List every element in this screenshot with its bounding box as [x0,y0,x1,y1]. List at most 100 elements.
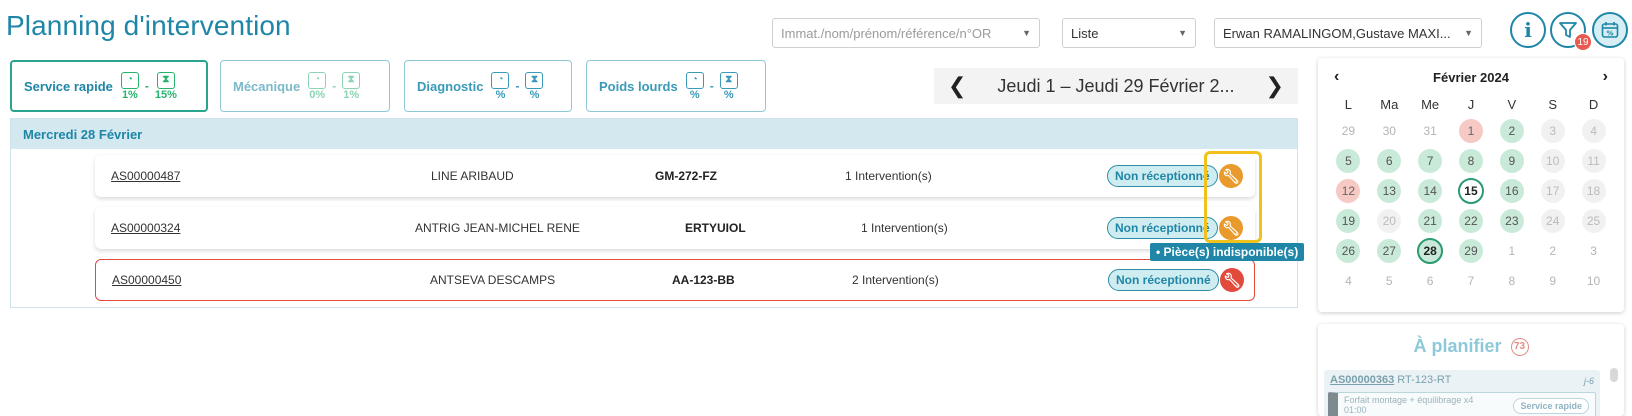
row-interventions: 2 Intervention(s) [852,273,939,287]
calendar-percent-button[interactable]: % [1592,12,1628,48]
calendar-day[interactable]: 30 [1377,119,1401,143]
calendar-cell: 29 [1451,236,1492,266]
status-badge: Non réceptionné [1107,165,1218,187]
day-header: Mercredi 28 Février [11,119,1297,149]
gauge-icon: ◔ [685,71,704,89]
chevron-right-icon[interactable]: ❯ [1266,73,1284,99]
calendar-day[interactable]: 18 [1581,179,1606,203]
calendar-day[interactable]: 27 [1377,239,1402,263]
svg-text:%: % [1606,30,1613,38]
wrench-icon[interactable]: 🔧︎ [1220,268,1244,292]
row-ref-link[interactable]: AS00000487 [111,169,180,183]
to-plan-jday: j-6 [1583,376,1594,386]
info-button[interactable]: i [1510,12,1546,48]
page-title: Planning d'intervention [6,10,291,41]
calendar-day[interactable]: 22 [1458,209,1483,233]
calendar-day[interactable]: 29 [1458,239,1483,263]
calendar-day[interactable]: 5 [1377,269,1401,293]
chevron-down-icon: ▼ [1022,28,1031,38]
calendar-day[interactable]: 13 [1377,179,1402,203]
calendar-cell: 1 [1451,116,1492,146]
calendar-cell: 3 [1573,236,1614,266]
calendar-day[interactable]: 28 [1417,238,1444,264]
weekday-label: J [1467,97,1475,112]
table-row[interactable]: AS00000450 ANTSEVA DESCAMPS AA-123-BB 2 … [95,259,1255,301]
calendar-day[interactable]: 2 [1541,239,1565,263]
calendar-day[interactable]: 3 [1582,239,1606,263]
calendar-cell: 26 [1328,236,1369,266]
tab-mecanique[interactable]: Mécanique ◔ 0% - ⧗ 1% [220,60,390,112]
calendar-day[interactable]: 8 [1500,269,1524,293]
highlight-box [1204,151,1262,243]
table-row[interactable]: AS00000324 ANTRIG JEAN-MICHEL RENE ERTYU… [95,207,1255,249]
calendar-cell: 12 [1328,176,1369,206]
calendar-cell: 14 [1410,176,1451,206]
calendar-cell: 20 [1369,206,1410,236]
calendar-day[interactable]: 31 [1418,119,1442,143]
calendar-day[interactable]: 10 [1582,269,1606,293]
row-ref-link[interactable]: AS00000324 [111,221,180,235]
calendar-day[interactable]: 10 [1540,149,1565,173]
calendar-day[interactable]: 23 [1499,209,1524,233]
calendar-day[interactable]: 25 [1581,209,1606,233]
weekday-label: Ma [1380,97,1399,112]
chevron-right-icon[interactable]: › [1603,68,1608,86]
tab-diagnostic[interactable]: Diagnostic ◔% - ⧗% [404,60,572,112]
calendar-day[interactable]: 5 [1336,149,1361,173]
to-plan-line[interactable]: Forfait montage + équilibrage x4 01:00 S… [1328,392,1596,416]
to-plan-panel: À planifier 73 AS00000363 RT-123-RT j-6 … [1318,324,1624,416]
calendar-day[interactable]: 1 [1500,239,1524,263]
calendar-day[interactable]: 4 [1581,119,1606,143]
calendar-day[interactable]: 19 [1336,209,1361,233]
calendar-day[interactable]: 16 [1499,179,1524,203]
calendar-day[interactable]: 6 [1418,269,1442,293]
calendar-day[interactable]: 15 [1457,178,1484,204]
calendar-day[interactable]: 14 [1418,179,1443,203]
calendar-cell: 22 [1451,206,1492,236]
calendar-day[interactable]: 24 [1540,209,1565,233]
chevron-left-icon[interactable]: ❮ [948,73,966,99]
calendar-cell: 5 [1369,266,1410,296]
to-plan-card[interactable]: AS00000363 RT-123-RT j-6 Forfait montage… [1324,370,1600,416]
calendar-cell: 8 [1491,266,1532,296]
tab-service-rapide[interactable]: Service rapide ◔ 1% - ⧗ 15% [10,60,208,112]
calendar-day[interactable]: 26 [1336,239,1361,263]
calendar-day[interactable]: 3 [1540,119,1565,143]
calendar-day[interactable]: 8 [1458,149,1483,173]
calendar-day[interactable]: 9 [1499,149,1524,173]
calendar-day[interactable]: 4 [1336,269,1360,293]
calendar-day[interactable]: 11 [1581,149,1606,173]
table-row[interactable]: AS00000487 LINE ARIBAUD GM-272-FZ 1 Inte… [95,155,1255,197]
calendar-day[interactable]: 9 [1541,269,1565,293]
chevron-left-icon[interactable]: ‹ [1334,68,1339,86]
calendar-day[interactable]: 7 [1459,269,1483,293]
tab-pct: 1% [121,88,138,101]
calendar-day[interactable]: 7 [1418,149,1443,173]
calendar-cell: 24 [1532,206,1573,236]
technicians-select[interactable]: Erwan RAMALINGOM,Gustave MAXI... ▼ [1214,18,1482,48]
row-ref-link[interactable]: AS00000450 [112,273,181,287]
calendar-day[interactable]: 29 [1336,119,1360,143]
calendar-day[interactable]: 12 [1336,179,1361,203]
calendar-day[interactable]: 21 [1418,209,1443,233]
calendar-day[interactable]: 17 [1540,179,1565,203]
calendar-cell: 1 [1491,236,1532,266]
tab-label: Service rapide [24,78,113,94]
calendar-day[interactable]: 2 [1499,119,1524,143]
calendar-day[interactable]: 6 [1377,149,1402,173]
calendar-day[interactable]: 1 [1458,119,1483,143]
tab-label: Diagnostic [417,78,484,94]
hourglass-icon: ⧗ [719,71,738,89]
view-select[interactable]: Liste ▼ [1062,18,1196,48]
scrollbar[interactable] [1610,368,1618,382]
calendar-grid: L Ma Me J V S D 29 30 31 1 2 3 4 5 6 7 8 9 10 11 12 13 14 15 16 17… [1328,94,1614,296]
calendar-cell: 4 [1573,116,1614,146]
to-plan-ref[interactable]: AS00000363 [1330,374,1394,386]
calendar-day[interactable]: 20 [1377,209,1402,233]
weekday-label: S [1548,97,1558,112]
calendar-cell: 9 [1532,266,1573,296]
weekday-label: L [1344,97,1353,112]
chevron-down-icon: ▼ [1178,28,1187,38]
tab-poids-lourds[interactable]: Poids lourds ◔% - ⧗% [586,60,766,112]
search-select[interactable]: Immat./nom/prénom/référence/n°OR ▼ [772,18,1040,48]
